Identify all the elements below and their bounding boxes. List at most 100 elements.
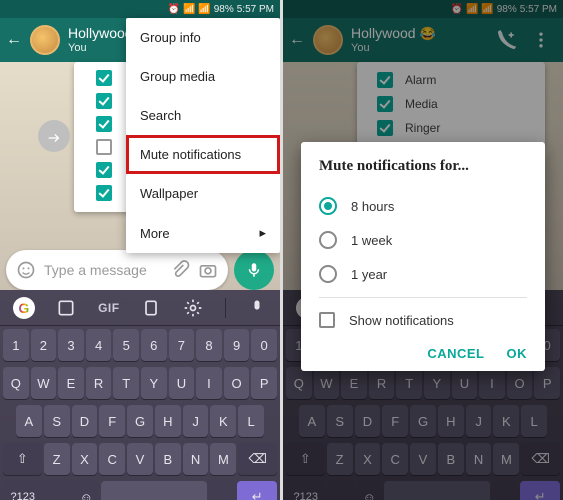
key-S[interactable]: S (44, 405, 70, 437)
mic-icon (245, 261, 263, 279)
key-5[interactable]: 5 (113, 329, 139, 361)
key-W[interactable]: W (31, 367, 57, 399)
mic-icon[interactable] (247, 298, 267, 318)
key-0[interactable]: 0 (251, 329, 277, 361)
key-7[interactable]: 7 (169, 329, 195, 361)
checkbox-icon[interactable] (96, 139, 112, 155)
menu-group-media[interactable]: Group media (126, 57, 280, 96)
message-input[interactable]: Type a message (6, 250, 228, 290)
key-row-2: QWERTYUIOP (0, 364, 280, 402)
key-M[interactable]: M (210, 443, 236, 475)
key-J[interactable]: J (183, 405, 209, 437)
key-8[interactable]: 8 (196, 329, 222, 361)
key-2[interactable]: 2 (31, 329, 57, 361)
share-button[interactable] (38, 120, 70, 152)
checkbox-icon[interactable] (96, 93, 112, 109)
option-1-week[interactable]: 1 week (319, 223, 527, 257)
key-B[interactable]: B (155, 443, 181, 475)
radio-icon (319, 231, 337, 249)
overflow-menu: Group info Group media Search Mute notif… (126, 18, 280, 253)
backspace-key[interactable]: ⌫ (238, 443, 277, 475)
key-D[interactable]: D (72, 405, 98, 437)
key-Q[interactable]: Q (3, 367, 29, 399)
status-icons: ⏰ 📶 📶 (168, 4, 211, 15)
message-input-bar: Type a message (6, 250, 274, 290)
option-1-year[interactable]: 1 year (319, 257, 527, 291)
ok-button[interactable]: OK (507, 346, 528, 361)
clipboard-icon[interactable] (141, 298, 161, 318)
checkbox-icon[interactable] (96, 116, 112, 132)
time-text: 5:57 PM (237, 4, 274, 15)
menu-mute-notifications[interactable]: Mute notifications (126, 135, 280, 174)
key-V[interactable]: V (127, 443, 153, 475)
menu-search[interactable]: Search (126, 96, 280, 135)
key-F[interactable]: F (99, 405, 125, 437)
key-6[interactable]: 6 (141, 329, 167, 361)
radio-icon (319, 265, 337, 283)
checkbox-icon[interactable] (96, 185, 112, 201)
share-icon (46, 128, 62, 144)
key-row-bottom: ?123 , ☺ EN · FR · ES . ↵ (0, 478, 280, 500)
key-row-4: ⇧ ZXCVBNM ⌫ (0, 440, 280, 478)
key-C[interactable]: C (99, 443, 125, 475)
phone-right: ⏰ 📶 📶 98% 5:57 PM ← Hollywood😂 You Alarm… (283, 0, 563, 500)
key-R[interactable]: R (86, 367, 112, 399)
emoji-icon[interactable] (16, 260, 36, 280)
keyboard: G GIF 1234567890 QWERTYUIOP ASDFGHJKL ⇧ … (0, 290, 280, 500)
key-1[interactable]: 1 (3, 329, 29, 361)
key-Y[interactable]: Y (141, 367, 167, 399)
chevron-right-icon: ▸ (259, 225, 266, 241)
avatar[interactable] (30, 25, 60, 55)
key-A[interactable]: A (16, 405, 42, 437)
status-bar: ⏰ 📶 📶 98% 5:57 PM (0, 0, 280, 18)
google-icon[interactable]: G (13, 297, 35, 319)
key-O[interactable]: O (224, 367, 250, 399)
checkbox-icon[interactable] (96, 70, 112, 86)
show-notifications-toggle[interactable]: Show notifications (319, 304, 527, 336)
emoji-key[interactable]: ☺ (73, 481, 99, 500)
shift-key[interactable]: ⇧ (3, 443, 42, 475)
gif-button[interactable]: GIF (98, 301, 120, 315)
checkbox-icon[interactable] (96, 162, 112, 178)
key-T[interactable]: T (113, 367, 139, 399)
key-4[interactable]: 4 (86, 329, 112, 361)
key-G[interactable]: G (127, 405, 153, 437)
chat-title: Hollywood (68, 26, 133, 41)
checkbox-icon (319, 312, 335, 328)
key-L[interactable]: L (238, 405, 264, 437)
key-9[interactable]: 9 (224, 329, 250, 361)
sticker-icon[interactable] (56, 298, 76, 318)
voice-button[interactable] (234, 250, 274, 290)
key-K[interactable]: K (210, 405, 236, 437)
cancel-button[interactable]: CANCEL (427, 346, 484, 361)
symbols-key[interactable]: ?123 (3, 481, 43, 500)
radio-icon (319, 197, 337, 215)
keyboard-toolbar: G GIF (0, 290, 280, 326)
key-N[interactable]: N (183, 443, 209, 475)
key-E[interactable]: E (58, 367, 84, 399)
key-Z[interactable]: Z (44, 443, 70, 475)
back-icon[interactable]: ← (6, 31, 22, 49)
key-row-3: ASDFGHJKL (0, 402, 280, 440)
dialog-title: Mute notifications for... (319, 158, 527, 175)
menu-more[interactable]: More▸ (126, 213, 280, 253)
menu-wallpaper[interactable]: Wallpaper (126, 174, 280, 213)
key-H[interactable]: H (155, 405, 181, 437)
settings-checklist (96, 70, 112, 201)
space-key[interactable]: EN · FR · ES (101, 481, 207, 500)
period-key[interactable]: . (209, 481, 235, 500)
menu-group-info[interactable]: Group info (126, 18, 280, 57)
attach-icon[interactable] (170, 260, 190, 280)
key-I[interactable]: I (196, 367, 222, 399)
divider (225, 298, 226, 318)
key-X[interactable]: X (72, 443, 98, 475)
enter-key[interactable]: ↵ (237, 481, 277, 500)
key-P[interactable]: P (251, 367, 277, 399)
settings-icon[interactable] (183, 298, 203, 318)
option-8-hours[interactable]: 8 hours (319, 189, 527, 223)
key-3[interactable]: 3 (58, 329, 84, 361)
key-U[interactable]: U (169, 367, 195, 399)
key-row-numbers: 1234567890 (0, 326, 280, 364)
comma-key[interactable]: , (45, 481, 71, 500)
camera-icon[interactable] (198, 260, 218, 280)
